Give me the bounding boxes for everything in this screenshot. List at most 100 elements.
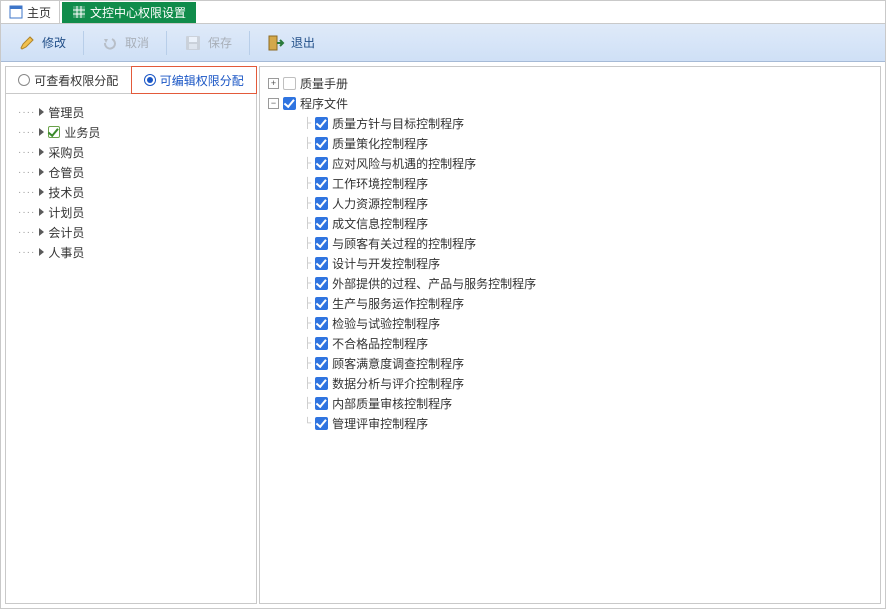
tree-node-procedure-files[interactable]: − 程序文件 <box>268 93 872 113</box>
checkbox-on-icon[interactable] <box>315 357 328 370</box>
tree-child-item[interactable]: ├ 应对风险与机遇的控制程序 <box>268 153 872 173</box>
checkbox-icon[interactable] <box>283 77 296 90</box>
tab-home[interactable]: 主页 <box>1 1 60 23</box>
tree-child-item[interactable]: ├ 生产与服务运作控制程序 <box>268 293 872 313</box>
checkbox-on-icon[interactable] <box>315 277 328 290</box>
tree-child-label: 成文信息控制程序 <box>332 215 428 232</box>
tree-child-item[interactable]: ├ 成文信息控制程序 <box>268 213 872 233</box>
tree-connector-icon: ···· <box>18 147 35 158</box>
role-item[interactable]: ····采购员 <box>12 142 250 162</box>
window-icon <box>9 5 23 19</box>
checkbox-on-icon[interactable] <box>315 337 328 350</box>
radio-view-label: 可查看权限分配 <box>34 72 118 89</box>
checkbox-on-icon[interactable] <box>315 377 328 390</box>
role-item[interactable]: ····技术员 <box>12 182 250 202</box>
tree-child-item[interactable]: ├质量策化控制程序 <box>268 133 872 153</box>
tree-child-label: 不合格品控制程序 <box>332 335 428 352</box>
tree-child-label: 数据分析与评介控制程序 <box>332 375 464 392</box>
checkbox-on-icon[interactable] <box>315 137 328 150</box>
radio-edit-label: 可编辑权限分配 <box>160 72 244 89</box>
tab-permissions-label: 文控中心权限设置 <box>90 4 186 21</box>
tree-connector-icon: ├ <box>304 358 311 369</box>
checkbox-on-icon[interactable] <box>283 97 296 110</box>
tree-connector-icon: ├ <box>304 118 311 129</box>
role-item[interactable]: ····仓管员 <box>12 162 250 182</box>
role-item[interactable]: ···· 会计员 <box>12 222 250 242</box>
tree-connector-icon: ···· <box>18 107 35 118</box>
cancel-label: 取消 <box>125 34 149 51</box>
role-item[interactable]: ····管理员 <box>12 102 250 122</box>
tree-child-item[interactable]: ├外部提供的过程、产品与服务控制程序 <box>268 273 872 293</box>
checkbox-on-icon[interactable] <box>315 317 328 330</box>
tree-child-label: 生产与服务运作控制程序 <box>332 295 464 312</box>
content-area: 可查看权限分配 可编辑权限分配 ····管理员····业务员····采购员···… <box>1 62 885 608</box>
modify-button[interactable]: 修改 <box>9 29 75 57</box>
tree-connector-icon: ···· <box>18 167 35 178</box>
tree-connector-icon: ···· <box>18 187 35 198</box>
arrow-right-icon <box>39 128 44 136</box>
tree-child-item[interactable]: ├质量方针与目标控制程序 <box>268 113 872 133</box>
tab-permissions[interactable]: 文控中心权限设置 <box>62 2 196 23</box>
tree-connector-icon: ├ <box>304 158 311 169</box>
tree-connector-icon: ├ <box>304 198 311 209</box>
tree-child-label: 人力资源控制程序 <box>332 195 428 212</box>
tree-child-item[interactable]: ├ 人力资源控制程序 <box>268 193 872 213</box>
permission-mode-radio-group: 可查看权限分配 可编辑权限分配 <box>6 67 256 94</box>
tree-connector-icon: ├ <box>304 378 311 389</box>
tree-child-label: 应对风险与机遇的控制程序 <box>332 155 476 172</box>
tree-child-item[interactable]: ├内部质量审核控制程序 <box>268 393 872 413</box>
tree-child-label: 工作环境控制程序 <box>332 175 428 192</box>
checkbox-on-icon[interactable] <box>315 117 328 130</box>
checkbox-on-icon[interactable] <box>315 237 328 250</box>
role-list: ····管理员····业务员····采购员····仓管员····技术员····计… <box>6 94 256 603</box>
pencil-icon <box>18 34 36 52</box>
modify-label: 修改 <box>42 34 66 51</box>
tree-connector-icon: ···· <box>18 227 35 238</box>
tree-child-item[interactable]: ├ 数据分析与评介控制程序 <box>268 373 872 393</box>
role-label: 业务员 <box>64 124 100 141</box>
role-label: 会计员 <box>48 224 84 241</box>
tree-node-label: 程序文件 <box>300 95 348 112</box>
document-tree: + 质量手册 − 程序文件 ├质量方针与目标控制程序├质量策化控制程序├应对风险… <box>268 73 872 433</box>
collapse-icon[interactable]: − <box>268 98 279 109</box>
tree-connector-icon: ├ <box>304 318 311 329</box>
arrow-right-icon <box>39 108 44 116</box>
tree-connector-icon: ├ <box>304 138 311 149</box>
right-pane: + 质量手册 − 程序文件 ├质量方针与目标控制程序├质量策化控制程序├应对风险… <box>259 66 881 604</box>
checkbox-on-icon[interactable] <box>48 126 60 138</box>
checkbox-on-icon[interactable] <box>315 257 328 270</box>
tree-connector-icon: ···· <box>18 247 35 258</box>
checkbox-on-icon[interactable] <box>315 157 328 170</box>
role-item[interactable]: ····计划员 <box>12 202 250 222</box>
tab-strip: 主页 文控中心权限设置 <box>1 1 885 24</box>
expand-icon[interactable]: + <box>268 78 279 89</box>
tree-child-label: 与顾客有关过程的控制程序 <box>332 235 476 252</box>
checkbox-on-icon[interactable] <box>315 397 328 410</box>
checkbox-on-icon[interactable] <box>315 197 328 210</box>
role-item[interactable]: ····人事员 <box>12 242 250 262</box>
tree-child-item[interactable]: ├检验与试验控制程序 <box>268 313 872 333</box>
arrow-right-icon <box>39 188 44 196</box>
exit-button[interactable]: 退出 <box>258 29 324 57</box>
radio-view-permission[interactable]: 可查看权限分配 <box>6 67 132 93</box>
checkbox-on-icon[interactable] <box>315 297 328 310</box>
tree-child-item[interactable]: ├工作环境控制程序 <box>268 173 872 193</box>
checkbox-on-icon[interactable] <box>315 177 328 190</box>
toolbar-separator <box>249 31 250 55</box>
exit-icon <box>267 34 285 52</box>
radio-on-icon <box>144 74 156 86</box>
tree-child-item[interactable]: ├顾客满意度调查控制程序 <box>268 353 872 373</box>
tree-child-item[interactable]: ├设计与开发控制程序 <box>268 253 872 273</box>
tree-child-item[interactable]: ├与顾客有关过程的控制程序 <box>268 233 872 253</box>
tree-node-quality-manual[interactable]: + 质量手册 <box>268 73 872 93</box>
tree-child-label: 管理评审控制程序 <box>332 415 428 432</box>
tree-connector-icon: ├ <box>304 218 311 229</box>
checkbox-on-icon[interactable] <box>315 417 328 430</box>
radio-edit-permission[interactable]: 可编辑权限分配 <box>131 66 258 94</box>
tree-connector-icon: ├ <box>304 298 311 309</box>
tree-child-item[interactable]: └管理评审控制程序 <box>268 413 872 433</box>
checkbox-on-icon[interactable] <box>315 217 328 230</box>
role-item[interactable]: ····业务员 <box>12 122 250 142</box>
tree-child-item[interactable]: ├不合格品控制程序 <box>268 333 872 353</box>
undo-icon <box>101 34 119 52</box>
